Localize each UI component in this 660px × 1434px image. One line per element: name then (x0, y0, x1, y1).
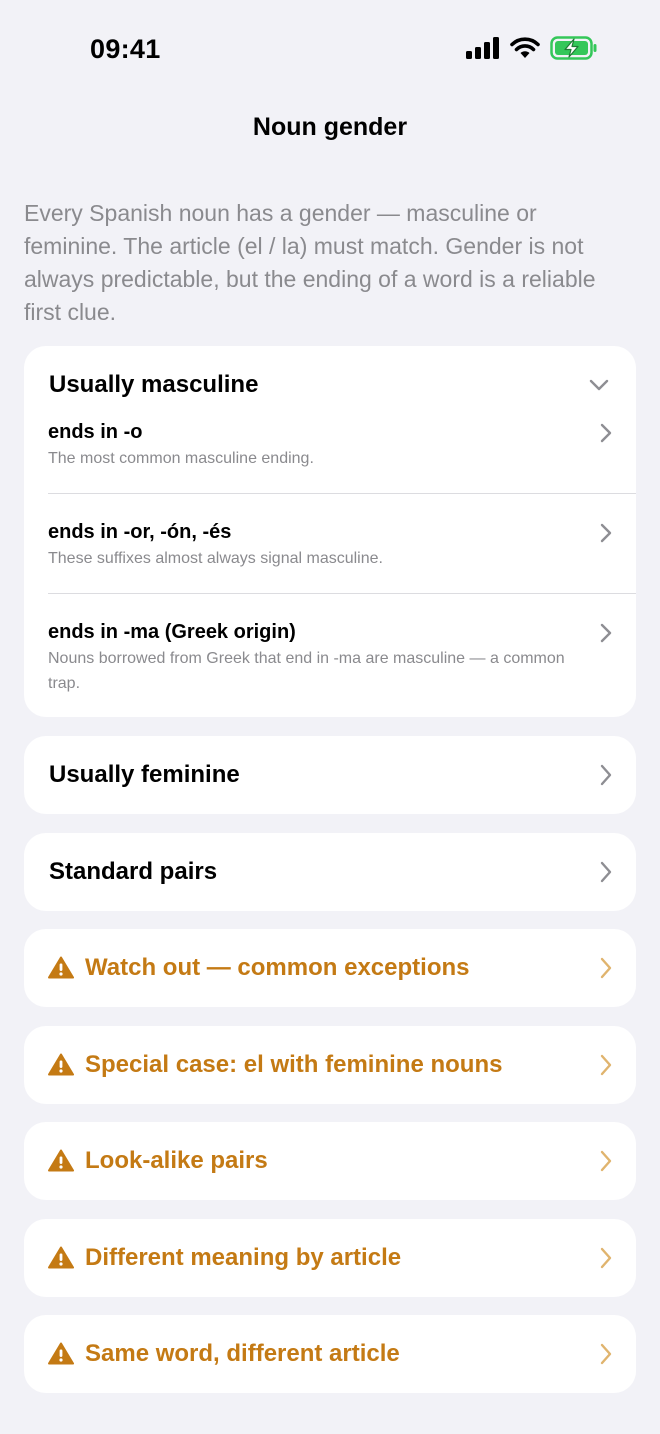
list-item-title: ends in -o (48, 421, 143, 443)
chevron-right-icon (600, 1247, 612, 1269)
list-item[interactable]: ends in -o The most common masculine end… (48, 419, 612, 471)
list-item-desc: Nouns borrowed from Greek that end in -m… (48, 650, 565, 692)
section-standard-pairs[interactable]: Standard pairs (24, 833, 636, 911)
warning-triangle-icon (48, 956, 74, 979)
chevron-right-icon (600, 1054, 612, 1076)
list-item-desc: These suffixes almost always signal masc… (48, 550, 383, 567)
section-common-exceptions[interactable]: Watch out — common exceptions (24, 929, 636, 1007)
section-el-feminine-nouns[interactable]: Special case: el with feminine nouns (24, 1026, 636, 1104)
section-label: Same word, different article (85, 1340, 400, 1367)
warning-triangle-icon (48, 1246, 74, 1269)
status-icons (466, 36, 598, 60)
chevron-right-icon[interactable] (600, 423, 612, 443)
chevron-right-icon[interactable] (600, 623, 612, 643)
chevron-right-icon (600, 957, 612, 979)
section-label: Look-alike pairs (85, 1147, 268, 1174)
wifi-icon (510, 37, 540, 58)
chevron-right-icon (600, 861, 612, 883)
battery-charging-icon (550, 36, 597, 60)
section-usually-masculine: Usually masculine ends in -o The most co… (24, 346, 636, 717)
section-label: Special case: el with feminine nouns (85, 1051, 503, 1078)
warning-triangle-icon (48, 1342, 74, 1365)
list-item-desc: The most common masculine ending. (48, 450, 314, 467)
section-label: Watch out — common exceptions (85, 954, 470, 981)
chevron-right-icon (600, 1343, 612, 1365)
section-usually-feminine[interactable]: Usually feminine (24, 736, 636, 814)
divider (48, 493, 636, 494)
page-title: Noun gender (252, 113, 408, 141)
section-look-alike-pairs[interactable]: Look-alike pairs (24, 1122, 636, 1200)
chevron-right-icon (600, 1150, 612, 1172)
section-same-word-different-article[interactable]: Same word, different article (24, 1315, 636, 1393)
section-label: Usually feminine (49, 761, 240, 788)
list-item[interactable]: ends in -ma (Greek origin) Nouns borrowe… (48, 619, 612, 696)
list-item[interactable]: ends in -or, -ón, -és These suffixes alm… (48, 519, 612, 571)
chevron-right-icon[interactable] (600, 523, 612, 543)
warning-triangle-icon (48, 1149, 74, 1172)
section-different-meaning[interactable]: Different meaning by article (24, 1219, 636, 1297)
section-header-masculine[interactable]: Usually masculine (49, 369, 258, 401)
warning-triangle-icon (48, 1053, 74, 1076)
list-item-title: ends in -or, -ón, -és (48, 521, 232, 543)
status-time: 09:41 (90, 34, 161, 64)
divider (48, 593, 636, 594)
chevron-right-icon (600, 764, 612, 786)
intro-text: Every Spanish noun has a gender — mascul… (24, 200, 596, 325)
section-label: Different meaning by article (85, 1244, 402, 1271)
status-bar: 09:41 (0, 0, 660, 96)
section-label: Standard pairs (49, 858, 218, 885)
chevron-down-icon[interactable] (589, 379, 609, 391)
cellular-signal-icon (466, 37, 499, 59)
list-item-title: ends in -ma (Greek origin) (48, 621, 296, 643)
